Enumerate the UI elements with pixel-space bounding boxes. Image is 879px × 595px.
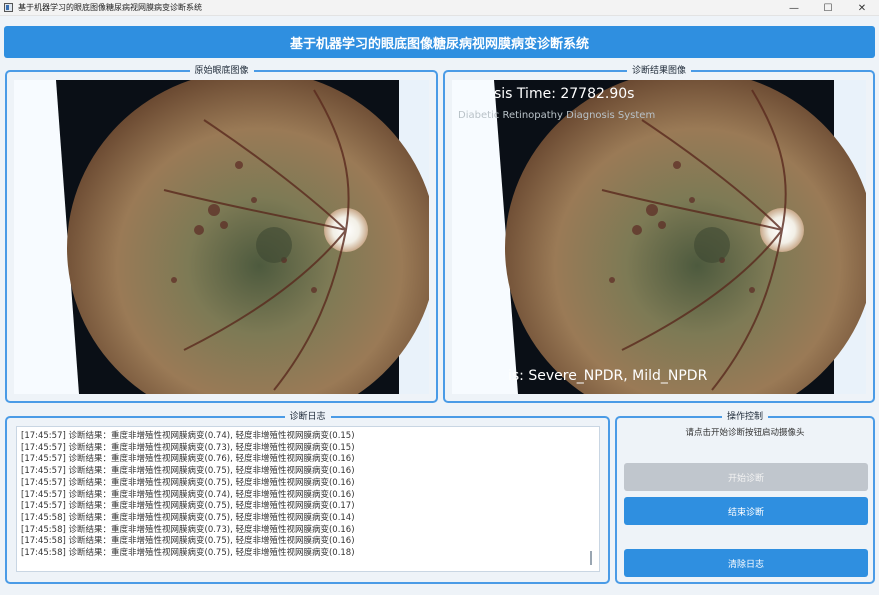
- original-image-panel-title: 原始眼底图像: [189, 65, 254, 77]
- stop-diagnosis-button[interactable]: 结束诊断: [624, 497, 868, 525]
- log-panel-title: 诊断日志: [284, 411, 331, 423]
- result-time-text: sis Time: 27782.90s: [494, 86, 635, 102]
- control-panel-title: 操作控制: [721, 411, 769, 423]
- log-entry: [17:45:58] 诊断结果：重度非增殖性视网膜病变(0.75), 轻度非增殖…: [21, 536, 355, 547]
- log-entry: [17:45:57] 诊断结果：重度非增殖性视网膜病变(0.75), 轻度非增殖…: [21, 477, 355, 488]
- start-diagnosis-button[interactable]: 开始诊断: [624, 463, 868, 491]
- log-textarea[interactable]: [17:45:57] 诊断结果：重度非增殖性视网膜病变(0.74), 轻度非增殖…: [16, 426, 600, 572]
- app-header: 基于机器学习的眼底图像糖尿病视网膜病变诊断系统: [4, 26, 875, 58]
- control-hint: 请点击开始诊断按钮启动摄像头: [685, 428, 805, 438]
- minimize-button[interactable]: —: [777, 0, 811, 16]
- log-entry: [17:45:57] 诊断结果：重度非增殖性视网膜病变(0.74), 轻度非增殖…: [21, 431, 355, 441]
- control-panel: 操作控制 请点击开始诊断按钮启动摄像头 开始诊断 结束诊断 清除日志: [615, 411, 875, 584]
- result-subtitle-text: Diabetic Retinopathy Diagnosis System: [458, 110, 656, 121]
- result-image-view: sis Time: 27782.90s Diabetic Retinopathy…: [452, 80, 866, 394]
- original-image-panel: 原始眼底图像: [5, 65, 438, 403]
- result-image-panel-title: 诊断结果图像: [626, 65, 692, 77]
- log-entry: [17:45:57] 诊断结果：重度非增殖性视网膜病变(0.74), 轻度非增殖…: [21, 489, 355, 500]
- window-title: 基于机器学习的眼底图像糖尿病视网膜病变诊断系统: [18, 3, 202, 12]
- log-entry: [17:45:58] 诊断结果：重度非增殖性视网膜病变(0.73), 轻度非增殖…: [21, 524, 355, 535]
- result-diagnosis-text: is: Severe_NPDR, Mild_NPDR: [508, 368, 708, 384]
- window-controls: — ☐ ✕: [777, 0, 879, 16]
- app-header-title: 基于机器学习的眼底图像糖尿病视网膜病变诊断系统: [289, 36, 589, 52]
- log-scrollbar[interactable]: [590, 551, 592, 565]
- window-titlebar: 基于机器学习的眼底图像糖尿病视网膜病变诊断系统 — ☐ ✕: [0, 0, 879, 16]
- log-entry: [17:45:57] 诊断结果：重度非增殖性视网膜病变(0.76), 轻度非增殖…: [21, 454, 355, 465]
- app-icon: [4, 3, 13, 12]
- log-entry: [17:45:57] 诊断结果：重度非增殖性视网膜病变(0.73), 轻度非增殖…: [21, 442, 355, 453]
- clear-log-button[interactable]: 清除日志: [624, 549, 868, 577]
- log-entry: [17:45:58] 诊断结果：重度非增殖性视网膜病变(0.75), 轻度非增殖…: [21, 548, 355, 559]
- result-image-panel: 诊断结果图像 sis Time: 27782.90s Diabetic Reti…: [443, 65, 875, 403]
- original-image-view: [14, 80, 429, 394]
- close-button[interactable]: ✕: [845, 0, 879, 16]
- log-entry: [17:45:58] 诊断结果：重度非增殖性视网膜病变(0.75), 轻度非增殖…: [21, 512, 355, 523]
- log-panel: 诊断日志 [17:45:57] 诊断结果：重度非增殖性视网膜病变(0.74), …: [5, 411, 610, 584]
- result-fundus-image: sis Time: 27782.90s Diabetic Retinopathy…: [452, 80, 866, 394]
- log-entry: [17:45:57] 诊断结果：重度非增殖性视网膜病变(0.75), 轻度非增殖…: [21, 466, 355, 477]
- original-fundus-image: [14, 80, 429, 394]
- log-entry: [17:45:57] 诊断结果：重度非增殖性视网膜病变(0.75), 轻度非增殖…: [21, 501, 355, 512]
- maximize-button[interactable]: ☐: [811, 0, 845, 16]
- log-list: [17:45:57] 诊断结果：重度非增殖性视网膜病变(0.74), 轻度非增殖…: [17, 431, 599, 560]
